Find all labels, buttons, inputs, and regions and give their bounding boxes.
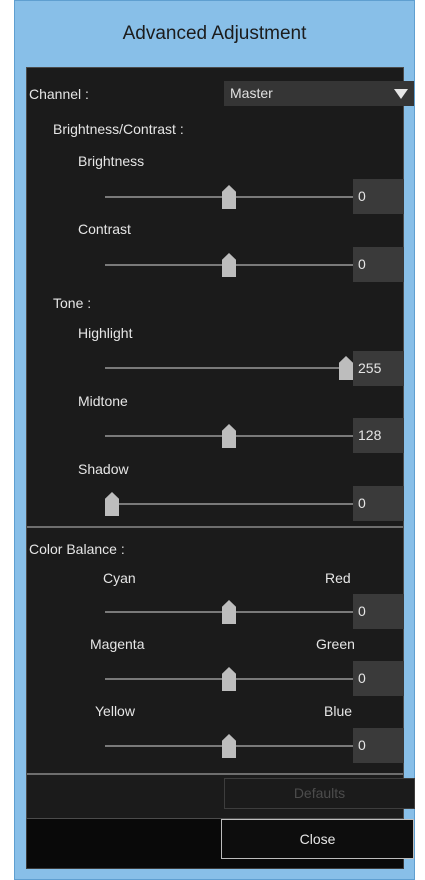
contrast-slider-thumb[interactable] [222,253,236,277]
highlight-value-field[interactable]: 255 [353,351,404,386]
contrast-label: Contrast [78,221,131,237]
advanced-adjustment-window: Advanced Adjustment Channel : Master Bri… [14,0,415,880]
yellow-label: Yellow [95,703,135,719]
brightness-label: Brightness [78,153,145,169]
window-title: Advanced Adjustment [122,23,307,44]
magenta-green-value-field[interactable]: 0 [353,661,404,696]
highlight-slider-track[interactable] [105,367,353,369]
shadow-value-field[interactable]: 0 [353,486,404,521]
shadow-slider-track[interactable] [105,503,353,505]
red-label: Red [325,570,351,586]
channel-value: Master [230,85,273,101]
magenta-green-slider-thumb[interactable] [222,667,236,691]
highlight-label: Highlight [78,325,133,341]
dialog-footer: Close [26,819,414,869]
green-label: Green [316,636,355,652]
magenta-label: Magenta [90,636,145,652]
midtone-label: Midtone [78,393,128,409]
channel-dropdown[interactable]: Master [224,81,414,106]
yellow-blue-value-field[interactable]: 0 [353,728,404,763]
yellow-blue-slider-thumb[interactable] [222,734,236,758]
close-button[interactable]: Close [221,819,414,859]
midtone-value-field[interactable]: 128 [353,418,404,453]
chevron-down-icon [394,89,408,99]
shadow-label: Shadow [78,461,129,477]
color-balance-heading: Color Balance : [29,541,125,557]
cyan-red-slider-thumb[interactable] [222,600,236,624]
adjustment-panel: Channel : Master Brightness/Contrast : B… [26,67,415,819]
brightness-contrast-heading: Brightness/Contrast : [53,121,184,137]
highlight-slider-thumb[interactable] [339,356,353,380]
footer-divider [27,773,403,775]
section-divider [27,526,403,528]
blue-label: Blue [324,703,353,719]
cyan-label: Cyan [103,570,136,586]
brightness-slider-thumb[interactable] [222,185,236,209]
contrast-value-field[interactable]: 0 [353,247,404,282]
shadow-slider-thumb[interactable] [105,492,119,516]
channel-label: Channel : [29,86,89,102]
defaults-button[interactable]: Defaults [224,778,415,809]
midtone-slider-thumb[interactable] [222,424,236,448]
tone-heading: Tone : [53,295,92,311]
brightness-value-field[interactable]: 0 [353,179,404,214]
cyan-red-value-field[interactable]: 0 [353,594,404,629]
